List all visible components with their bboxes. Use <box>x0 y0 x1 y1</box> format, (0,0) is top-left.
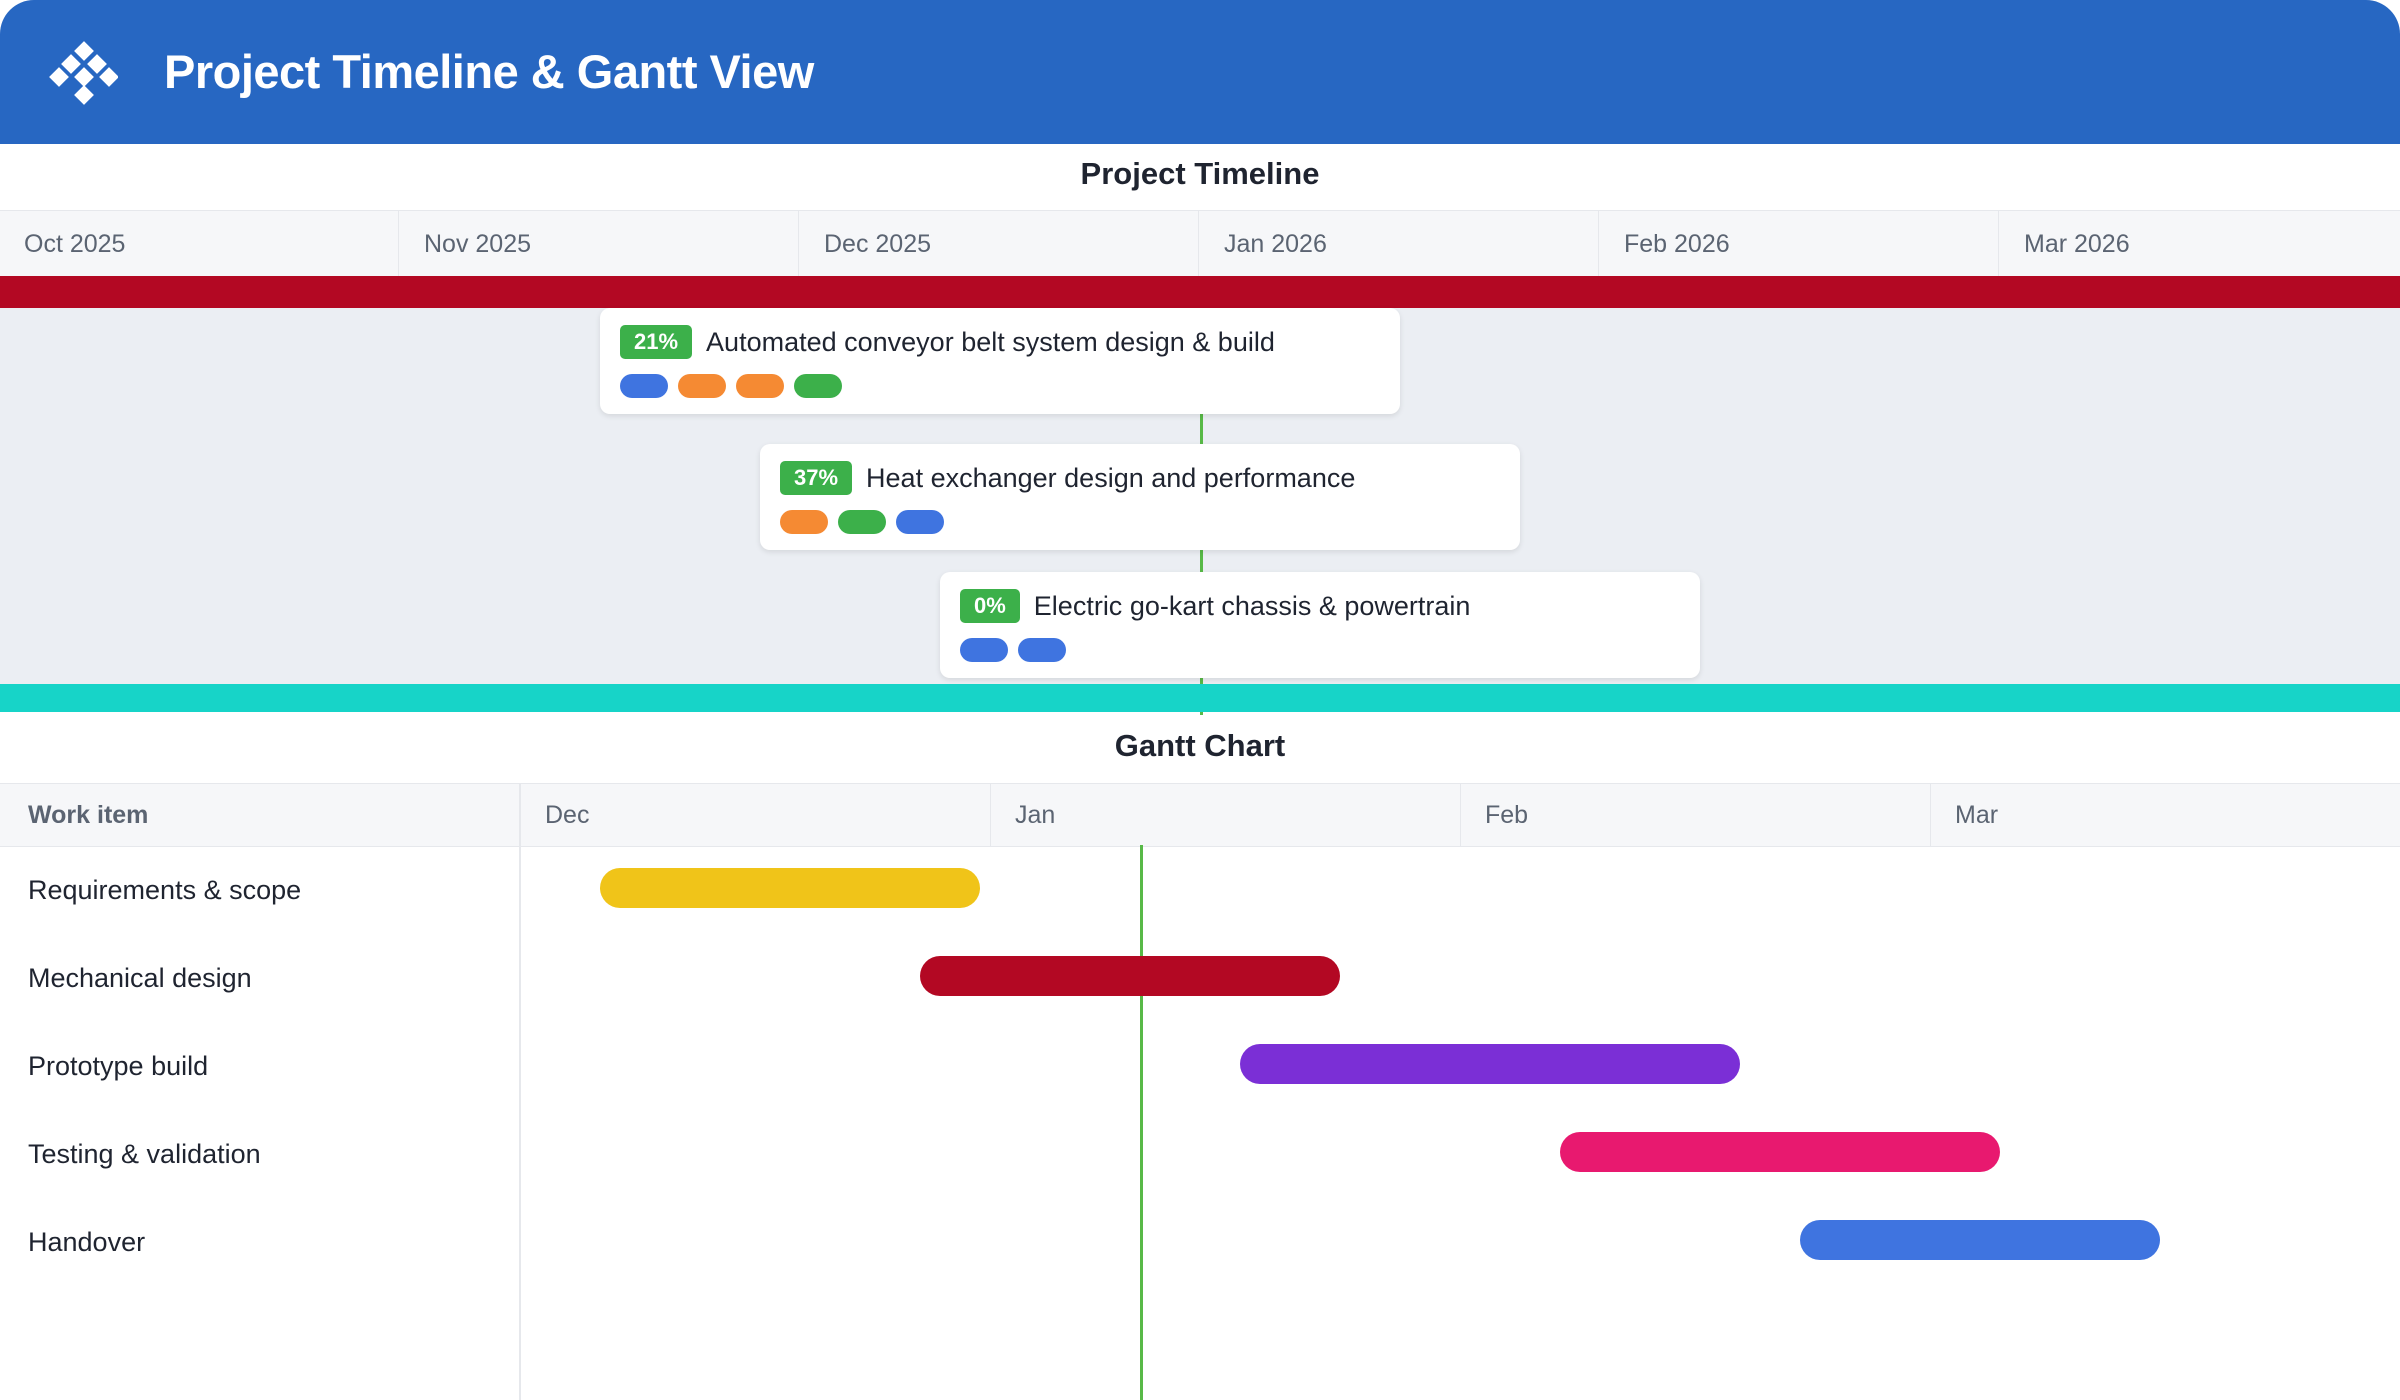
gantt-bar[interactable] <box>920 956 1340 996</box>
gantt-title: Gantt Chart <box>1114 728 1286 763</box>
tag-pill[interactable] <box>678 374 726 398</box>
gantt-row-label: Requirements & scope <box>28 875 302 905</box>
progress-badge: 37% <box>780 461 853 495</box>
tag-list <box>620 374 842 398</box>
timeline-month: Dec 2025 <box>800 211 1199 277</box>
project-card[interactable]: 0% Electric go-kart chassis & powertrain <box>940 572 1700 678</box>
gantt-month: Dec <box>520 784 990 846</box>
gantt-today-line <box>1140 845 1143 1400</box>
timeline-month: Mar 2026 <box>2024 230 2130 258</box>
project-title: Heat exchanger design and performance <box>866 462 1356 493</box>
work-item-column-header: Work item <box>28 801 149 829</box>
tag-list <box>960 638 1066 662</box>
timeline-month-header: Oct 2025 Nov 2025 Dec 2025 Jan 2026 Feb … <box>0 210 2400 278</box>
project-card[interactable]: 21% Automated conveyor belt system desig… <box>600 308 1400 414</box>
tag-pill[interactable] <box>736 374 784 398</box>
gantt-bar[interactable] <box>600 868 980 908</box>
gantt-column-divider <box>519 783 521 1400</box>
gantt-row-label: Mechanical design <box>28 963 252 993</box>
tag-pill[interactable] <box>896 510 944 534</box>
timeline-band-top <box>0 276 2400 308</box>
tag-pill[interactable] <box>1018 638 1066 662</box>
timeline-month: Nov 2025 <box>400 211 799 277</box>
gantt-bar[interactable] <box>1560 1132 2000 1172</box>
tag-pill[interactable] <box>960 638 1008 662</box>
timeline-month: Oct 2025 <box>0 211 399 277</box>
gantt-month: Mar <box>1930 784 2400 846</box>
project-card[interactable]: 37% Heat exchanger design and performanc… <box>760 444 1520 550</box>
gantt-bar[interactable] <box>1800 1220 2160 1260</box>
project-title: Automated conveyor belt system design & … <box>706 326 1275 357</box>
progress-badge: 21% <box>620 325 693 359</box>
app-window: Project Timeline & Gantt View Project Ti… <box>0 0 2400 1400</box>
tag-pill[interactable] <box>620 374 668 398</box>
timeline-month: Feb 2026 <box>1600 211 1999 277</box>
timeline-month: Jan 2026 <box>1200 211 1599 277</box>
gantt-row-label: Testing & validation <box>28 1139 261 1169</box>
gantt-month: Jan <box>990 784 1460 846</box>
gantt-bar[interactable] <box>1240 1044 1740 1084</box>
tag-pill[interactable] <box>838 510 886 534</box>
progress-badge: 0% <box>960 589 1020 623</box>
gantt-row-label: Prototype build <box>28 1051 209 1081</box>
tag-pill[interactable] <box>794 374 842 398</box>
app-title: Project Timeline & Gantt View <box>164 45 814 98</box>
project-title: Electric go-kart chassis & powertrain <box>1033 590 1471 621</box>
gantt-month: Feb <box>1460 784 1930 846</box>
tag-pill[interactable] <box>780 510 828 534</box>
diamond-grid-logo-icon <box>49 41 118 105</box>
app-header: Project Timeline & Gantt View <box>0 0 2400 144</box>
timeline-band-bottom <box>0 684 2400 712</box>
gantt-header: Work item Dec Jan Feb Mar <box>0 783 2400 847</box>
timeline-title: Project Timeline <box>1080 156 1320 191</box>
tag-list <box>780 510 944 534</box>
gantt-row-label: Handover <box>28 1227 146 1257</box>
